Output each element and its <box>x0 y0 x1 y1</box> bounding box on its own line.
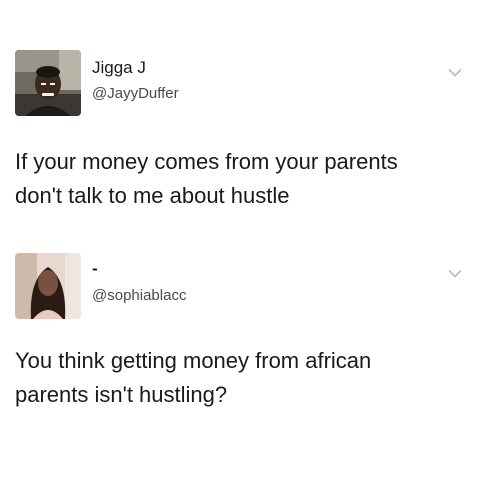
user-handle[interactable]: @sophiablacc <box>92 287 186 304</box>
tweet-text-line: don't talk to me about hustle <box>15 183 290 208</box>
tweet-text-line: parents isn't hustling? <box>15 382 228 407</box>
tweet-text: You think getting money from african par… <box>15 344 465 412</box>
display-name[interactable]: - <box>92 259 98 279</box>
display-name[interactable]: Jigga J <box>92 58 146 78</box>
tweet-text-line: If your money comes from your parents <box>15 149 398 174</box>
tweet-text-line: You think getting money from african <box>15 348 372 373</box>
avatar[interactable] <box>15 253 81 319</box>
avatar-photo-woman <box>15 253 81 319</box>
user-handle[interactable]: @JayyDuffer <box>92 85 179 102</box>
chevron-down-icon[interactable] <box>448 269 462 279</box>
tweet-2: - @sophiablacc You think getting money f… <box>0 235 480 480</box>
chevron-down-icon[interactable] <box>448 68 462 78</box>
tweet-1: Jigga J @JayyDuffer If your money comes … <box>0 0 480 235</box>
tweet-text: If your money comes from your parents do… <box>15 145 465 213</box>
avatar[interactable] <box>15 50 81 116</box>
avatar-photo-man <box>15 50 81 116</box>
